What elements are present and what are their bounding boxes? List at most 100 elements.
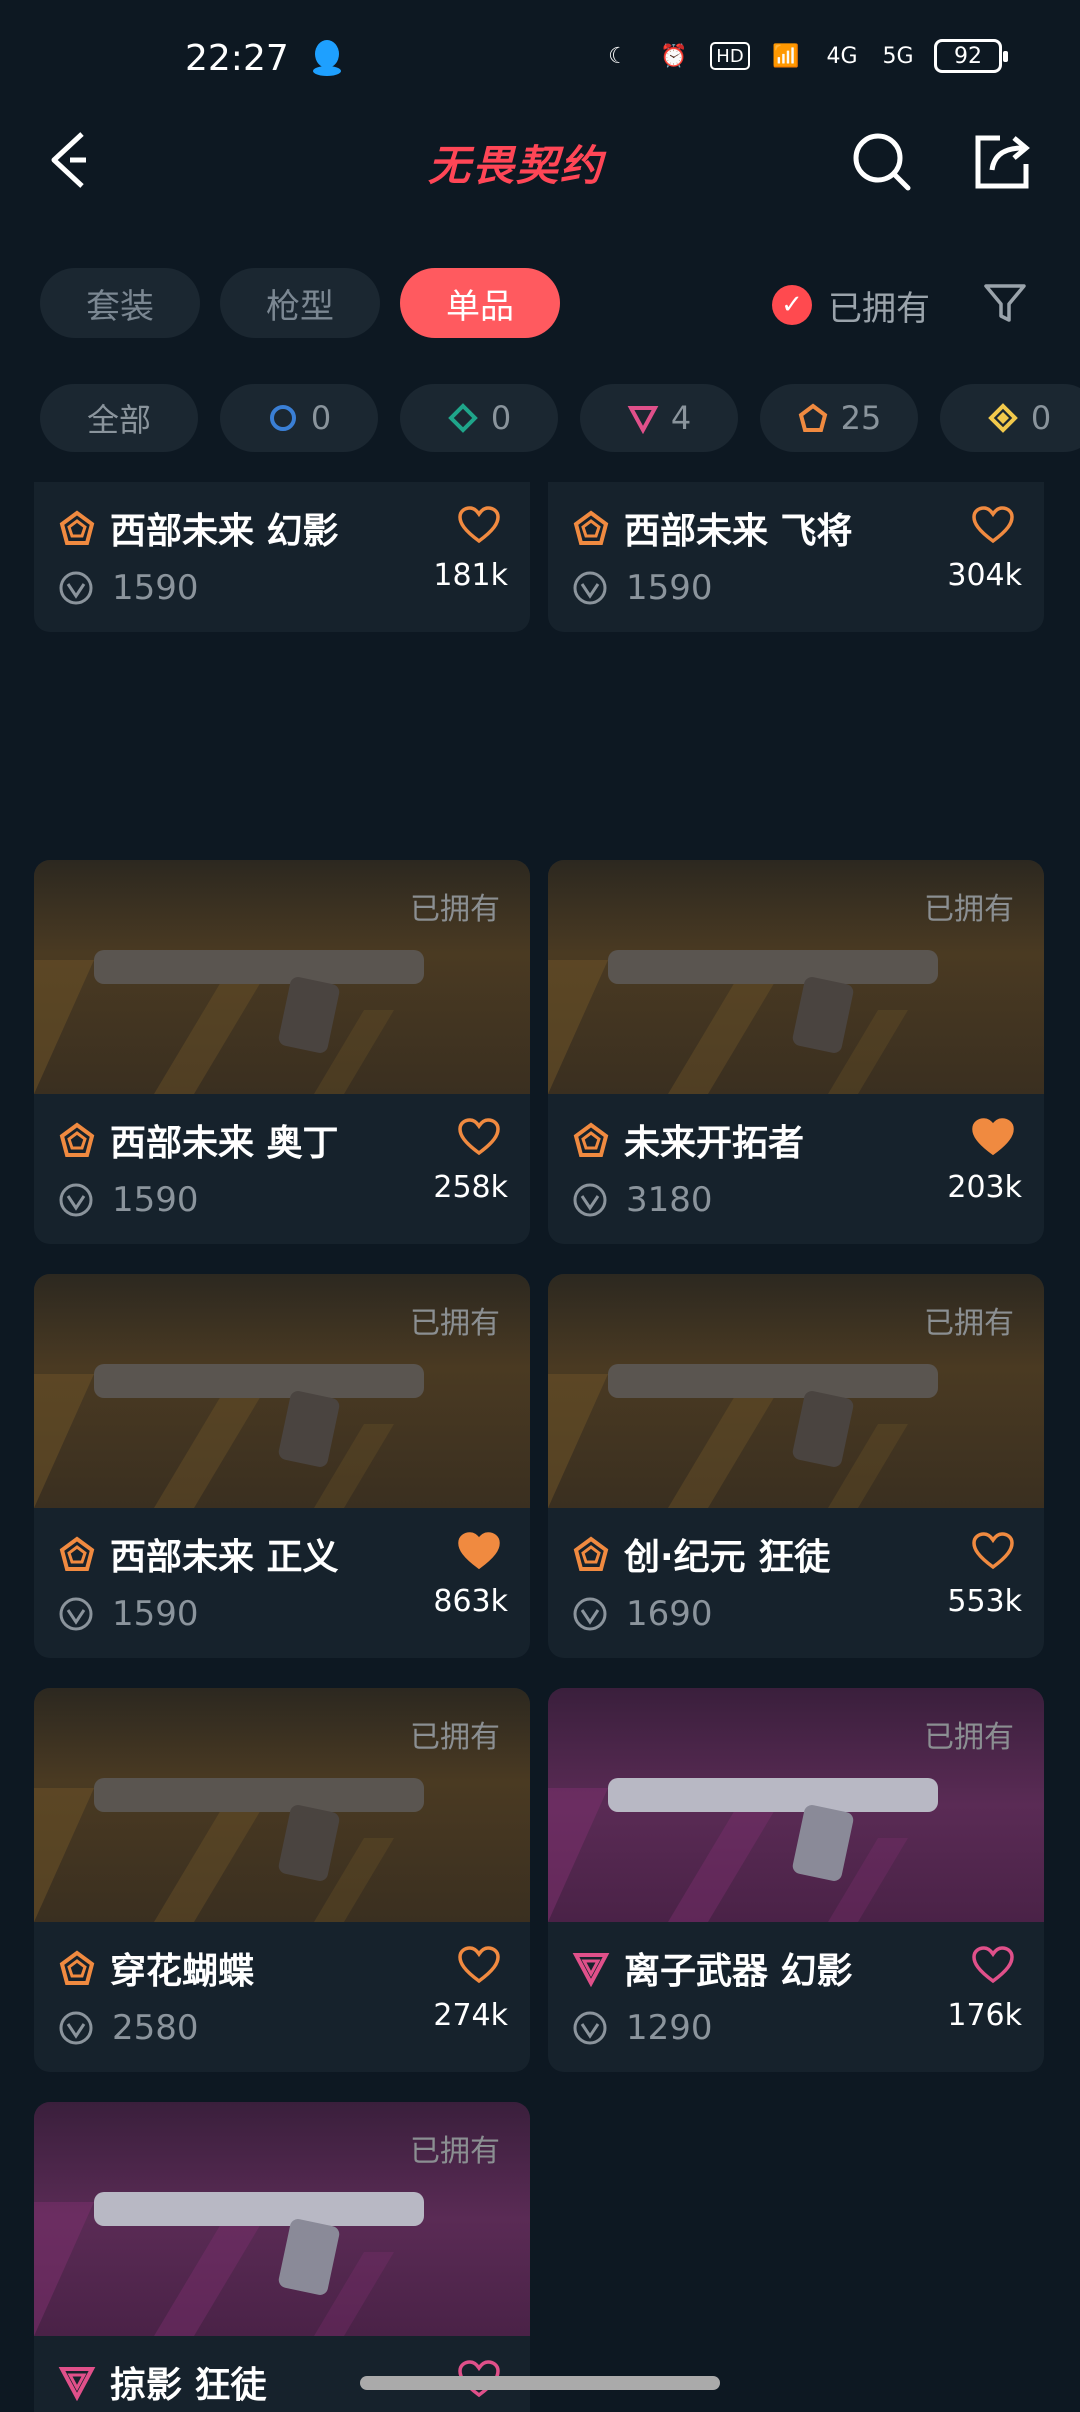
green-diamond-icon — [447, 403, 478, 433]
item-price: 1590 — [112, 1180, 199, 1220]
like-count: 181k — [433, 558, 508, 593]
tier-chip-green[interactable]: 0 — [400, 384, 558, 452]
back-icon[interactable] — [40, 120, 100, 200]
heart-icon[interactable] — [972, 1532, 1014, 1570]
heart-icon[interactable] — [458, 1946, 500, 1984]
item-card[interactable]: 已拥有 未来开拓者 3180 203k — [548, 860, 1044, 1244]
item-card[interactable]: 已拥有掠影 狂徒1290818k — [34, 2102, 530, 2412]
heart-icon[interactable] — [972, 1946, 1014, 1984]
item-image: 已拥有 — [34, 1274, 530, 1508]
owned-filter-label: 已拥有 — [828, 288, 930, 329]
item-info: 西部未来 幻影 1590 181k — [34, 482, 530, 632]
item-image: 已拥有 — [34, 2102, 530, 2336]
blue-ring-icon — [269, 405, 296, 431]
item-info: 西部未来 飞将 1590 304k — [548, 482, 1044, 632]
owned-filter[interactable]: ✓ 已拥有 — [772, 278, 930, 332]
tab-sets[interactable]: 套装 — [40, 268, 200, 338]
like-count: 304k — [947, 558, 1022, 593]
tier-count: 4 — [670, 399, 692, 437]
vp-currency-icon — [573, 1183, 607, 1217]
tier-chip-blue[interactable]: 0 — [220, 384, 378, 452]
item-price: 1590 — [112, 568, 199, 608]
signal-5g-icon: 5G — [882, 43, 914, 69]
tier-count: 0 — [1030, 399, 1052, 437]
item-image: 已拥有 — [548, 1688, 1044, 1922]
owned-tag: 已拥有 — [924, 892, 1014, 927]
item-card[interactable]: 已拥有 离子武器 幻影 1290 176k — [548, 1688, 1044, 2072]
item-name: 离子武器 幻影 — [624, 1951, 853, 1992]
owned-tag: 已拥有 — [924, 1720, 1014, 1755]
battery-icon: 92 — [934, 39, 1008, 73]
orange-tier-icon — [573, 1536, 609, 1571]
item-card[interactable]: 已拥有 创·纪元 狂徒 1690 553k — [548, 1274, 1044, 1658]
signal-4g-icon: 4G — [826, 43, 858, 69]
hd-icon: HD — [710, 42, 750, 70]
vp-currency-icon — [59, 1183, 93, 1217]
tier-chip-yellow[interactable]: 0 — [940, 384, 1080, 452]
vp-currency-icon — [59, 2011, 93, 2045]
orange-tier-icon — [59, 1536, 95, 1571]
item-info: 穿花蝴蝶 2580 274k — [34, 1922, 530, 2072]
heart-icon[interactable] — [458, 1532, 500, 1570]
search-icon[interactable] — [850, 130, 914, 194]
item-card[interactable]: 已拥有西部未来 奥丁 1590 258k — [34, 860, 530, 1244]
item-card[interactable]: 西部未来 幻影 1590 181k — [34, 482, 530, 632]
owned-tag: 已拥有 — [410, 1720, 500, 1755]
share-icon[interactable] — [970, 130, 1034, 194]
heart-icon[interactable] — [458, 1118, 500, 1156]
heart-icon[interactable] — [458, 506, 500, 544]
heart-icon[interactable] — [972, 1118, 1014, 1156]
filter-icon[interactable] — [980, 278, 1030, 328]
item-image: 已拥有 — [34, 1688, 530, 1922]
orange-tier-icon — [59, 510, 95, 545]
item-image: 已拥有 — [548, 860, 1044, 1094]
pink-tier-icon — [58, 2367, 96, 2401]
item-info: 掠影 狂徒1290818k — [34, 2336, 530, 2412]
item-price: 2580 — [112, 2008, 199, 2048]
vp-currency-icon — [573, 1597, 607, 1631]
like-count: 258k — [433, 1170, 508, 1205]
item-name: 西部未来 奥丁 — [110, 1123, 339, 1164]
tier-count: 0 — [310, 399, 332, 437]
tier-count: 0 — [490, 399, 512, 437]
check-icon: ✓ — [772, 285, 812, 325]
owned-tag: 已拥有 — [410, 1306, 500, 1341]
category-tabs: 套装 枪型 单品 — [40, 268, 560, 338]
item-name: 创·纪元 狂徒 — [624, 1537, 831, 1578]
vp-currency-icon — [59, 1597, 93, 1631]
item-info: 西部未来 正义 1590 863k — [34, 1508, 530, 1658]
item-card[interactable]: 已拥有穿花蝴蝶 2580 274k — [34, 1688, 530, 2072]
tier-filter-row: 全部 0 0 4 25 0 — [40, 384, 1080, 452]
orange-pentagon-icon — [798, 403, 827, 432]
item-info: 创·纪元 狂徒 1690 553k — [548, 1508, 1044, 1658]
tier-chip-all[interactable]: 全部 — [40, 384, 198, 452]
like-count: 863k — [433, 1584, 508, 1619]
item-card[interactable]: 西部未来 飞将 1590 304k — [548, 482, 1044, 632]
status-bar: 22:27 ☾ ⏰ HD 📶 4G 5G 92 — [0, 0, 1080, 120]
item-image: 已拥有 — [548, 1274, 1044, 1508]
tier-chip-orange[interactable]: 25 — [760, 384, 918, 452]
item-price: 1690 — [626, 1594, 713, 1634]
pink-triangle-icon — [627, 406, 659, 434]
owned-tag: 已拥有 — [410, 2134, 500, 2169]
item-image: 已拥有 — [34, 860, 530, 1094]
tab-single-items[interactable]: 单品 — [400, 268, 560, 338]
pink-tier-icon — [572, 1953, 610, 1987]
alarm-icon: ⏰ — [660, 43, 688, 69]
app-logo: 无畏契约 — [428, 141, 605, 190]
item-card[interactable]: 已拥有西部未来 正义 1590 863k — [34, 1274, 530, 1658]
like-count: 274k — [433, 1998, 508, 2033]
item-name: 穿花蝴蝶 — [110, 1951, 255, 1992]
yellow-diamond-icon — [987, 403, 1018, 433]
tier-count: 25 — [840, 399, 882, 437]
heart-icon[interactable] — [972, 506, 1014, 544]
tab-weapon-type[interactable]: 枪型 — [220, 268, 380, 338]
moon-icon: ☾ — [608, 43, 628, 69]
tier-chip-label: 全部 — [86, 401, 151, 439]
item-info: 西部未来 奥丁 1590 258k — [34, 1094, 530, 1244]
tier-chip-pink[interactable]: 4 — [580, 384, 738, 452]
home-indicator[interactable] — [360, 2376, 720, 2390]
orange-tier-icon — [59, 1122, 95, 1157]
item-price: 1290 — [626, 2008, 713, 2048]
item-price: 3180 — [626, 1180, 713, 1220]
